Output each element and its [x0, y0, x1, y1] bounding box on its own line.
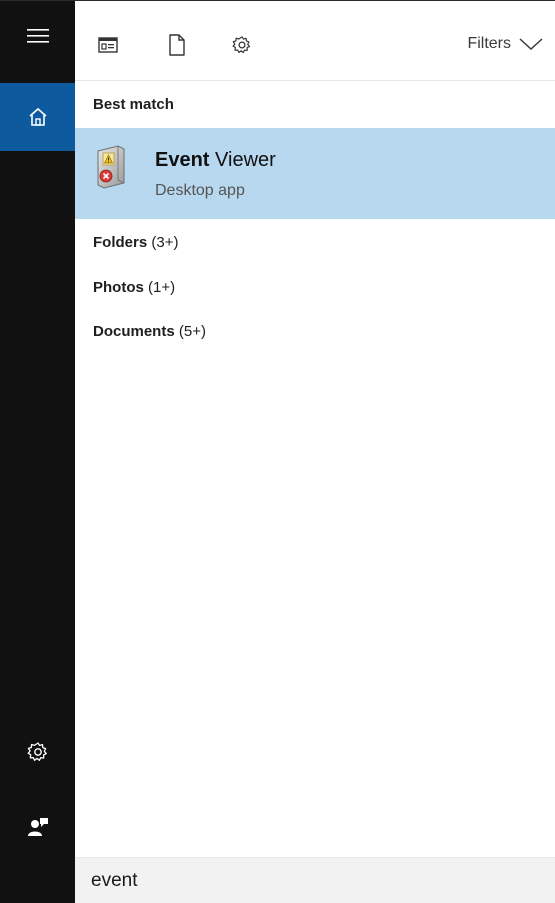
category-documents[interactable]: Documents (5+) [93, 323, 206, 340]
settings-button[interactable] [0, 728, 75, 776]
result-title-rest: Viewer [209, 149, 276, 171]
hamburger-menu-icon [26, 29, 49, 43]
settings-icon [232, 36, 251, 54]
result-subtitle: Desktop app [155, 182, 245, 199]
home-button[interactable] [0, 83, 75, 151]
gear-icon [27, 742, 47, 761]
category-label: Documents [93, 323, 175, 340]
settings-filter-button[interactable] [230, 33, 254, 57]
category-label: Photos [93, 279, 144, 296]
category-label: Folders [93, 234, 148, 251]
result-title: Event Viewer [155, 149, 276, 172]
filters-label: Filters [467, 35, 511, 52]
filters-dropdown[interactable]: Filters [467, 35, 543, 53]
event-viewer-icon [97, 145, 125, 189]
category-count: (1+) [148, 279, 176, 296]
chevron-down-icon [519, 38, 543, 51]
category-folders[interactable]: Folders (3+) [93, 234, 178, 251]
feedback-button[interactable] [0, 803, 75, 851]
documents-icon [169, 34, 185, 56]
apps-filter-button[interactable] [96, 33, 120, 57]
search-bar[interactable] [75, 857, 555, 903]
documents-filter-button[interactable] [165, 33, 189, 57]
best-match-heading: Best match [93, 96, 174, 113]
best-match-result[interactable]: Event Viewer Desktop app [75, 128, 555, 219]
category-count: (5+) [178, 323, 206, 340]
toolbar: Filters [75, 1, 555, 81]
feedback-person-icon [27, 818, 48, 836]
home-icon [28, 107, 47, 126]
menu-button[interactable] [0, 14, 75, 58]
search-input[interactable] [91, 868, 531, 894]
result-title-match: Event [155, 149, 210, 171]
category-photos[interactable]: Photos (1+) [93, 279, 175, 296]
search-window: Filters Best match Event Viewer Desktop … [0, 0, 555, 903]
apps-icon [98, 37, 118, 53]
category-count: (3+) [151, 234, 179, 251]
search-results-panel: Filters Best match Event Viewer Desktop … [75, 1, 555, 903]
left-rail [0, 1, 75, 903]
